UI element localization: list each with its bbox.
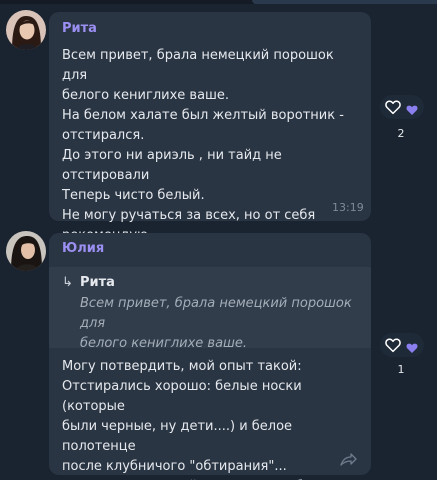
message-text: Всем привет, брала немецкий порошок для … — [62, 48, 344, 243]
heart-outline-icon[interactable] — [384, 98, 402, 120]
reaction-count: 1 — [397, 363, 405, 376]
reply-author: Рита — [80, 275, 115, 290]
avatar-rita[interactable] — [6, 10, 46, 50]
reply-arrow-icon: ↳ — [62, 275, 73, 290]
avatar-yulia[interactable] — [6, 231, 46, 271]
forwarded-icon — [339, 452, 357, 472]
heart-filled-icon[interactable] — [405, 339, 419, 358]
message-time: 13:19 — [332, 201, 364, 214]
message-bubble-rita[interactable]: Рита Всем привет, брала немецкий порошок… — [49, 12, 371, 243]
reaction-pill[interactable] — [380, 95, 424, 119]
sender-name[interactable]: Юлия — [62, 241, 104, 256]
avatar-yulia-image — [6, 231, 46, 271]
sender-name[interactable]: Рита — [62, 21, 97, 36]
reaction-pill[interactable] — [380, 333, 424, 357]
heart-filled-icon[interactable] — [405, 101, 419, 120]
reply-quote[interactable]: ↳ Рита Всем привет, брала немецкий порош… — [49, 267, 371, 351]
reaction-count: 2 — [397, 127, 405, 140]
top-strip-accent — [252, 0, 437, 4]
avatar-rita-image — [6, 10, 46, 50]
reply-text: Всем привет, брала немецкий порошок для … — [80, 296, 352, 351]
heart-outline-icon[interactable] — [384, 336, 402, 358]
message-text: Могу потвердить, мой опыт такой: Отстира… — [62, 359, 347, 480]
message-bubble-yulia[interactable]: Юлия ↳ Рита Всем привет, брала немецкий … — [49, 233, 371, 480]
